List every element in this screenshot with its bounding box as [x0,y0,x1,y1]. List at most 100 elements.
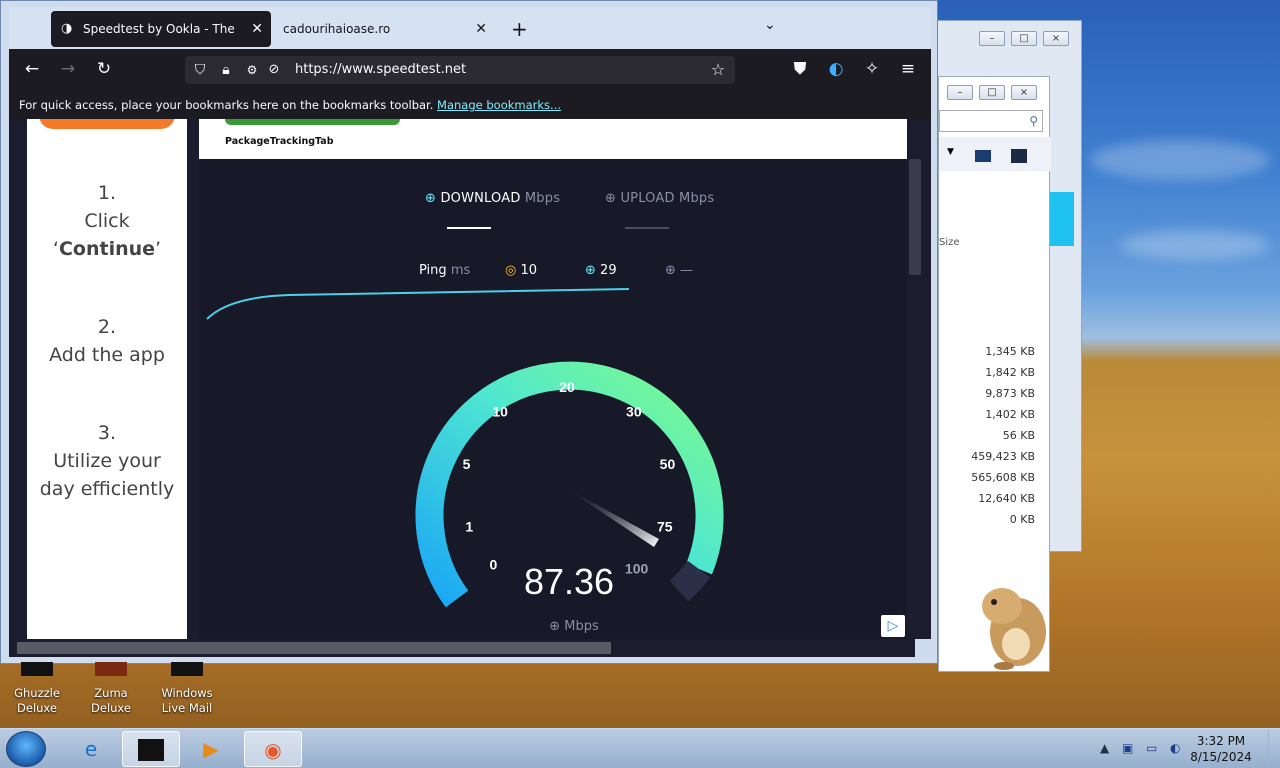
search-input[interactable]: ⚲ [939,110,1043,132]
file-size-cell[interactable]: 1,402 KB [985,408,1035,421]
plus-icon[interactable]: + [511,17,528,41]
preview-icon[interactable] [1011,149,1027,163]
step-3: 3. Utilize your day efficiently [27,419,187,503]
step-1: 1. Click ‘Continue’ [27,179,187,263]
current-speed: 87.36 [523,561,615,602]
close-tab-icon[interactable]: ✕ [251,11,263,47]
explorer-toolbar: ▼ [939,137,1051,171]
view-icon[interactable] [975,150,991,162]
scrollbar-thumb[interactable] [909,159,921,275]
extensions-icon[interactable]: ✧ [861,59,883,79]
display-tray-icon[interactable]: ▭ [1146,741,1157,755]
permissions-icon[interactable]: ⚙ [241,60,263,80]
menu-icon[interactable]: ≡ [897,59,919,79]
file-size-cell[interactable]: 56 KB [1003,429,1035,442]
gauge-tick-label: 5 [463,456,471,472]
hamster-mascot[interactable] [972,570,1052,670]
bookmarks-message: For quick access, place your bookmarks h… [19,98,434,112]
adchoices-icon[interactable]: ▷ [881,615,905,637]
internet-explorer-icon[interactable]: e [62,731,120,767]
url-bar[interactable]: ⛉ 🔒︎ ⚙ ⊘ https://www.speedtest.net ☆ [185,56,735,84]
start-button[interactable] [6,731,46,767]
file-size-cell[interactable]: 565,608 KB [971,471,1035,484]
speedtest-panel: ⊕ DOWNLOAD Mbps ⊕ UPLOAD Mbps Ping ms ◎ … [199,159,915,639]
selected-row-highlight [1050,192,1074,246]
gauge-tick-label: 20 [559,379,575,395]
dropdown-arrow-icon[interactable]: ▼ [947,147,954,157]
close-tab-icon[interactable]: ✕ [475,11,487,47]
desktop-icon-zuma[interactable]: Zuma Deluxe [76,662,146,716]
ad-left-panel[interactable]: 1. Click ‘Continue’ 2. Add the app 3. Ut… [27,119,187,639]
file-size-cell[interactable]: 9,873 KB [985,387,1035,400]
taskbar-app-black[interactable] [122,731,180,767]
desktop-icon-live-mail[interactable]: Windows Live Mail [152,662,222,716]
file-size-cell[interactable]: 1,842 KB [985,366,1035,379]
shield-icon[interactable]: ⛉ [189,60,211,80]
horizontal-scrollbar[interactable] [9,639,915,657]
tab-label: cadourihaioase.ro [283,22,391,36]
step-text: Add the app [49,344,165,366]
manage-bookmarks-link[interactable]: Manage bookmarks... [437,98,561,112]
gauge-tick-label: 75 [657,519,673,535]
show-hidden-icons[interactable]: ▲ [1100,741,1109,755]
gauge-tick-label: 1 [465,519,473,535]
tracking-icon[interactable]: ⊘ [263,60,285,80]
ad-label: PackageTrackingTab [225,136,334,147]
firefox-icon[interactable]: ◉ [244,731,302,767]
reload-icon[interactable]: ↻ [93,59,115,79]
firefox-window[interactable]: – □ × ◑ Speedtest by Ookla - The Global … [0,0,938,664]
back-icon[interactable]: ← [21,59,43,79]
step-number: 3. [97,422,117,444]
network-tray-icon[interactable]: ▣ [1122,741,1133,755]
file-size-cell[interactable]: 459,423 KB [971,450,1035,463]
step-text: day efficiently [39,478,175,500]
minimize-button[interactable]: – [979,31,1005,46]
step-number: 2. [97,316,117,338]
media-player-icon[interactable]: ▶ [182,731,240,767]
show-desktop-button[interactable] [1268,729,1280,768]
nav-toolbar: ← → ↻ ⛉ 🔒︎ ⚙ ⊘ https://www.speedtest.net… [9,49,931,91]
lock-icon[interactable]: 🔒︎ [215,60,237,80]
column-header-size[interactable]: Size [939,237,960,248]
chevron-down-icon[interactable]: ⌄ [764,17,776,33]
ghuzzle-icon [21,662,53,676]
url-text[interactable]: https://www.speedtest.net [295,62,466,77]
file-size-cell[interactable]: 12,640 KB [978,492,1035,505]
taskbar: e ▶ ◉ ▲ ▣ ▭ ◐ 3:32 PM 8/15/2024 [0,728,1280,768]
search-icon[interactable]: ⚲ [1029,114,1038,128]
account-icon[interactable]: ◐ [825,59,847,79]
maximize-button[interactable]: □ [979,85,1005,100]
gauge-arc-remaining [669,560,711,602]
gauge-tick-label: 30 [626,403,642,419]
minimize-button[interactable]: – [947,85,973,100]
scrollbar-thumb[interactable] [17,642,611,654]
maximize-button[interactable]: □ [1011,31,1037,46]
tab-cadourihaioase[interactable]: cadourihaioase.ro ✕ [271,11,501,47]
close-button[interactable]: × [1011,85,1037,100]
forward-icon[interactable]: → [57,59,79,79]
vertical-scrollbar[interactable] [907,119,923,639]
tab-speedtest[interactable]: ◑ Speedtest by Ookla - The Global ✕ [51,11,271,72]
step-text: Utilize your [53,450,161,472]
tab-bar: ◑ Speedtest by Ookla - The Global ✕ cado… [9,7,931,72]
desktop-icon-ghuzzle[interactable]: Ghuzzle Deluxe [2,662,72,716]
system-clock[interactable]: 3:32 PM 8/15/2024 [1186,733,1256,765]
step-2: 2. Add the app [27,313,187,369]
step-text: ‘Continue’ [52,238,162,260]
speed-graph-line [206,288,630,320]
file-size-cell[interactable]: 1,345 KB [985,345,1035,358]
file-size-cell[interactable]: 0 KB [1010,513,1035,526]
gauge-tick-label: 10 [492,403,508,419]
pocket-icon[interactable]: ⛊ [789,59,811,79]
gauge-tick-label: 50 [660,456,676,472]
continue-button[interactable] [39,119,175,129]
step-text: Click [84,210,130,232]
volume-tray-icon[interactable]: ◐ [1170,741,1180,755]
gauge-needle [561,485,659,547]
bookmark-star-icon[interactable]: ☆ [707,60,729,80]
ad-green-button[interactable] [225,119,400,125]
ad-top-banner[interactable]: PackageTrackingTab [199,119,915,159]
gauge-tick-label: 0 [490,557,498,573]
current-speed-unit: ⊕ Mbps [549,619,599,634]
close-button[interactable]: × [1043,31,1069,46]
